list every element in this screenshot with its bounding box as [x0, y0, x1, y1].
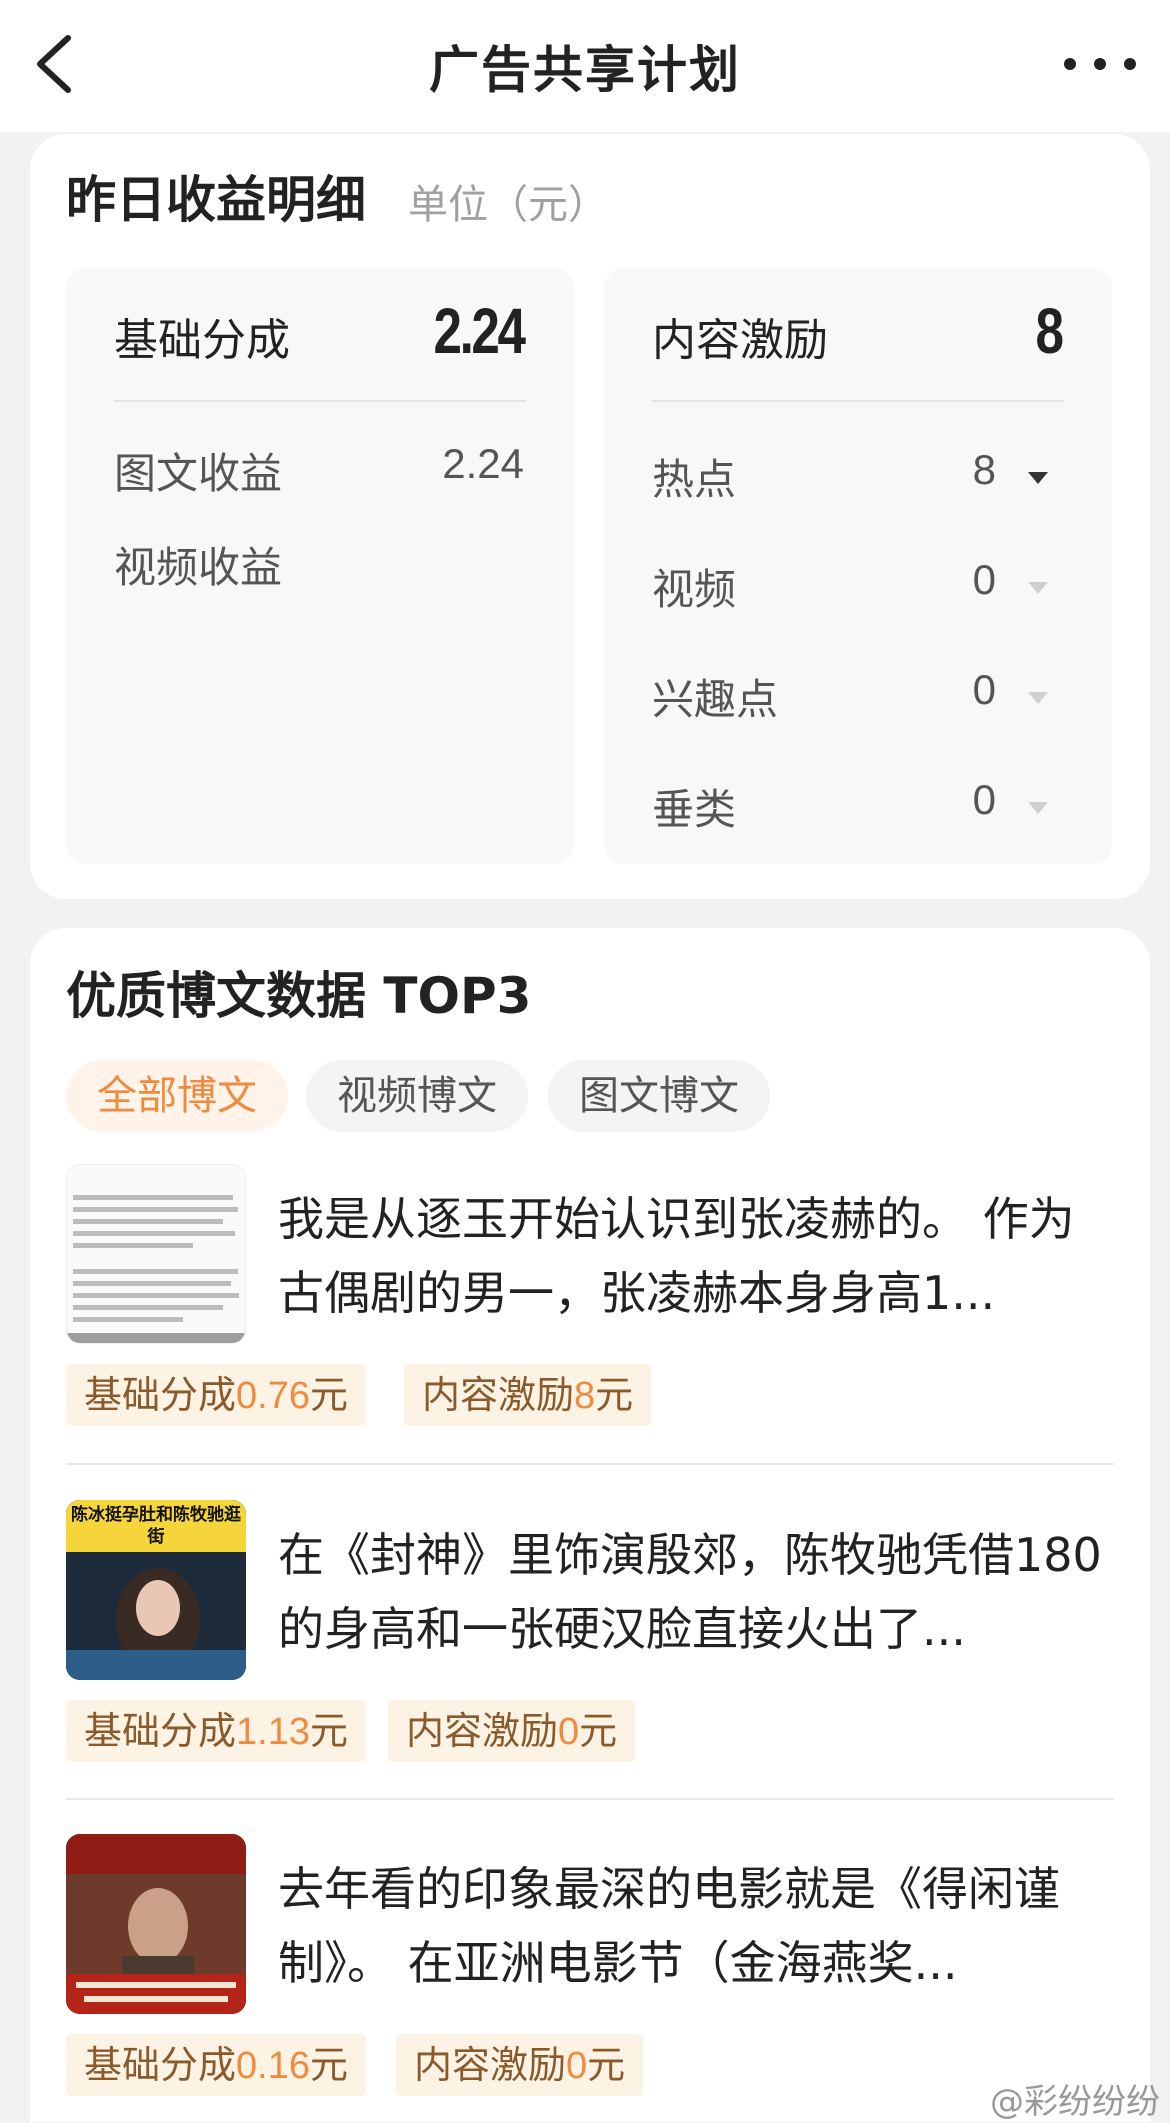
incentive-row-label: 热点 [652, 455, 737, 504]
base-share-tag: 基础分成0.16元 [66, 2034, 366, 2096]
earnings-unit: 单位（元） [408, 182, 608, 228]
divider [652, 400, 1064, 402]
thumbnail-caption: 陈冰挺孕肚和陈牧驰逛街 [71, 1505, 241, 1547]
page-title: 广告共享计划 [429, 41, 741, 99]
base-share-tag: 基础分成0.76元 [66, 1364, 366, 1426]
caret-down-icon[interactable] [1028, 802, 1048, 814]
tag-label: 基础分成 [84, 1709, 237, 1753]
movie-thumbnail-image [66, 1834, 246, 2014]
incentive-row-value: 0 [972, 666, 996, 713]
more-options-icon[interactable] [1060, 46, 1140, 82]
image-text-earnings-value: 2.24 [442, 440, 524, 487]
post-text[interactable]: 我是从逐玉开始认识到张凌赫的。 作为古偶剧的男一，张凌赫本身身高1... [278, 1182, 1114, 1330]
tag-amount: 0.16 [236, 2045, 310, 2087]
tag-amount: 1.13 [236, 1711, 310, 1753]
tag-label: 基础分成 [84, 2043, 237, 2087]
tag-amount: 0 [566, 2045, 588, 2087]
post-item[interactable]: 去年看的印象最深的电影就是《得闲谨制》。 在亚洲电影节（金海燕奖... 基础分成… [66, 1834, 1114, 2104]
top-posts-title: 优质博文数据 TOP3 [66, 967, 532, 1025]
post-text[interactable]: 去年看的印象最深的电影就是《得闲谨制》。 在亚洲电影节（金海燕奖... [278, 1852, 1114, 2000]
tag-unit: 元 [579, 1709, 618, 1753]
tag-unit: 元 [309, 2043, 348, 2087]
image-text-earnings-label: 图文收益 [114, 449, 283, 498]
tag-amount: 0 [558, 1711, 580, 1753]
tag-amount: 8 [574, 1375, 596, 1417]
tab-video-posts[interactable]: 视频博文 [306, 1060, 528, 1132]
nav-bar: 广告共享计划 [0, 0, 1170, 132]
tag-unit: 元 [595, 1373, 634, 1417]
incentive-row-label: 兴趣点 [652, 675, 779, 724]
caret-down-icon[interactable] [1028, 692, 1048, 704]
incentive-row-value: 0 [972, 776, 996, 823]
tab-image-text-posts[interactable]: 图文博文 [548, 1060, 770, 1132]
video-earnings-label: 视频收益 [114, 543, 283, 592]
base-share-tag: 基础分成1.13元 [66, 1700, 366, 1762]
incentive-row-value: 8 [972, 446, 996, 493]
base-share-panel: 基础分成 2.24 图文收益 2.24 视频收益 [66, 268, 574, 864]
base-share-label: 基础分成 [114, 315, 290, 366]
tag-unit: 元 [309, 1373, 348, 1417]
content-incentive-value: 8 [1035, 295, 1064, 367]
content-incentive-label: 内容激励 [652, 315, 828, 366]
post-thumbnail[interactable] [66, 1834, 246, 2014]
incentive-row-label: 视频 [652, 565, 737, 614]
earnings-title: 昨日收益明细 [66, 171, 366, 229]
post-thumbnail[interactable]: 陈冰挺孕肚和陈牧驰逛街 [66, 1500, 246, 1680]
watermark: @彩纷纷纷 [990, 2082, 1160, 2122]
base-share-value: 2.24 [433, 295, 526, 367]
divider [114, 400, 526, 402]
tag-label: 基础分成 [84, 1373, 237, 1417]
caret-down-icon[interactable] [1028, 472, 1048, 484]
incentive-row-label: 垂类 [652, 785, 737, 834]
top-posts-card: 优质博文数据 TOP3 全部博文 视频博文 图文博文 我是从逐玉开始认识到张凌赫… [30, 928, 1150, 2122]
content-incentive-panel: 内容激励 8 热点 8 视频 0 兴趣点 0 垂类 0 [604, 268, 1112, 864]
tag-label: 内容激励 [406, 1709, 559, 1753]
content-incentive-tag: 内容激励8元 [404, 1364, 652, 1426]
post-item[interactable]: 陈冰挺孕肚和陈牧驰逛街 在《封神》里饰演殷郊，陈牧驰凭借180的身高和一张硬汉脸… [66, 1500, 1114, 1770]
tag-label: 内容激励 [414, 2043, 567, 2087]
tag-amount: 0.76 [236, 1375, 310, 1417]
divider [66, 1463, 1114, 1465]
earnings-card: 昨日收益明细 单位（元） 基础分成 2.24 图文收益 2.24 视频收益 内容… [30, 134, 1150, 899]
tag-unit: 元 [309, 1709, 348, 1753]
text-screenshot-thumbnail [67, 1165, 245, 1343]
content-incentive-tag: 内容激励0元 [396, 2034, 644, 2096]
divider [66, 1798, 1114, 1800]
content-incentive-tag: 内容激励0元 [388, 1700, 636, 1762]
tag-unit: 元 [587, 2043, 626, 2087]
tag-label: 内容激励 [422, 1373, 575, 1417]
post-item[interactable]: 我是从逐玉开始认识到张凌赫的。 作为古偶剧的男一，张凌赫本身身高1... 基础分… [66, 1164, 1114, 1434]
post-thumbnail[interactable] [66, 1164, 246, 1344]
caret-down-icon[interactable] [1028, 582, 1048, 594]
post-text[interactable]: 在《封神》里饰演殷郊，陈牧驰凭借180的身高和一张硬汉脸直接火出了... [278, 1518, 1114, 1666]
incentive-row-value: 0 [972, 556, 996, 603]
tab-all-posts[interactable]: 全部博文 [66, 1060, 288, 1132]
